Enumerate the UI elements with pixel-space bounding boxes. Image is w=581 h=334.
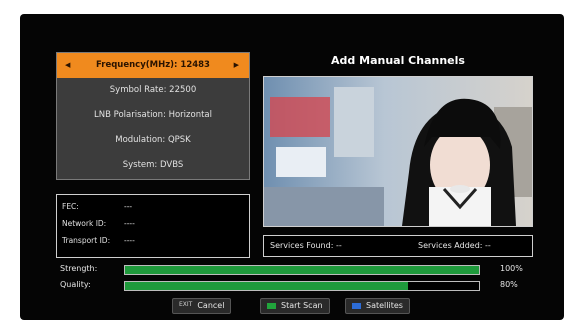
lnb-polarisation-row[interactable]: LNB Polarisation: Horizontal	[57, 103, 249, 128]
transponder-info-panel: FEC: --- Network ID: ---- Transport ID: …	[56, 194, 250, 258]
transport-id-label: Transport ID:	[62, 236, 111, 245]
preview-image	[264, 77, 532, 226]
quality-label: Quality:	[60, 280, 91, 289]
strength-percent: 100%	[500, 264, 523, 273]
fec-row: FEC: ---	[62, 202, 132, 211]
frequency-label: Frequency(MHz): 12483	[96, 60, 210, 70]
tuning-parameters-panel: ◀ Frequency(MHz): 12483 ▶ Symbol Rate: 2…	[56, 52, 250, 180]
exit-key-icon: EXIT	[179, 300, 193, 308]
quality-meter	[124, 281, 480, 291]
system-row[interactable]: System: DVBS	[57, 153, 249, 178]
services-found: Services Found: --	[270, 241, 342, 250]
strength-label: Strength:	[60, 264, 98, 273]
green-key-icon	[267, 302, 276, 309]
blue-key-icon	[352, 302, 361, 309]
cancel-button[interactable]: EXIT Cancel	[172, 298, 232, 314]
fec-value: ---	[124, 202, 133, 211]
transport-id-value: ----	[124, 236, 135, 245]
arrow-right-icon[interactable]: ▶	[234, 53, 239, 78]
tv-screen: ◀ Frequency(MHz): 12483 ▶ Symbol Rate: 2…	[20, 14, 564, 320]
quality-percent: 80%	[500, 280, 518, 289]
lnb-polarisation-label: LNB Polarisation: Horizontal	[94, 110, 212, 120]
start-scan-button[interactable]: Start Scan	[260, 298, 330, 314]
services-added: Services Added: --	[418, 241, 491, 250]
strength-meter-fill	[125, 266, 479, 274]
frequency-row[interactable]: ◀ Frequency(MHz): 12483 ▶	[57, 53, 249, 78]
system-label: System: DVBS	[122, 160, 184, 170]
transport-id-row: Transport ID: ----	[62, 236, 135, 245]
arrow-left-icon[interactable]: ◀	[65, 53, 70, 78]
symbol-rate-label: Symbol Rate: 22500	[109, 85, 197, 95]
symbol-rate-row[interactable]: Symbol Rate: 22500	[57, 78, 249, 103]
network-id-value: ----	[124, 219, 135, 228]
network-id-row: Network ID: ----	[62, 219, 135, 228]
services-panel: Services Found: -- Services Added: --	[263, 235, 533, 257]
video-preview	[263, 76, 533, 227]
strength-meter	[124, 265, 480, 275]
page-title: Add Manual Channels	[331, 54, 465, 67]
fec-label: FEC:	[62, 202, 79, 211]
quality-meter-fill	[125, 282, 409, 290]
modulation-label: Modulation: QPSK	[115, 135, 191, 145]
network-id-label: Network ID:	[62, 219, 107, 228]
cancel-label: Cancel	[197, 301, 225, 310]
satellites-label: Satellites	[366, 301, 403, 310]
modulation-row[interactable]: Modulation: QPSK	[57, 128, 249, 153]
start-scan-label: Start Scan	[281, 301, 323, 310]
satellites-button[interactable]: Satellites	[345, 298, 410, 314]
